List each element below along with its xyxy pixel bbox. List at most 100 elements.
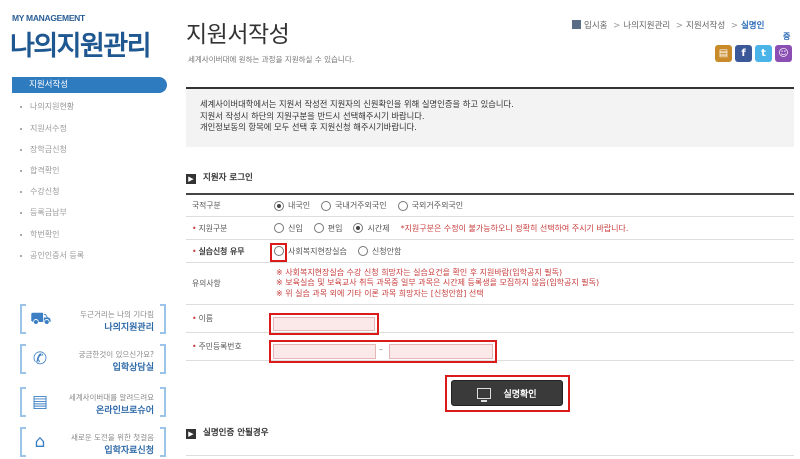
- nationality-label: 국적구분: [192, 201, 221, 210]
- nationality-row: 국적구분 내국인 국내거주외국인 국외거주외국인: [186, 195, 794, 217]
- sidebar-item-certificate[interactable]: 공인인증서 등록: [20, 250, 84, 261]
- bullet-icon: [20, 169, 22, 172]
- resident-no-second-input[interactable]: [389, 344, 493, 359]
- radio-icon: [353, 223, 364, 233]
- sidebar-item-scholarship[interactable]: 장학금신청: [20, 144, 67, 155]
- notes-content: ※ 사회복지현장실습 수강 신청 희망자는 실습요건을 확인 후 지원바람(입학…: [274, 263, 794, 304]
- sidebar-item-label: 등록금납부: [30, 208, 67, 217]
- apply-type-row: • 지원구분 신입 편입 시간제 *지원구분은 수정이 불가능하오니 정확히 선택…: [186, 217, 794, 240]
- brochure-icon: ▤: [31, 392, 49, 412]
- login-section-title: ▶ 지원자 로그인: [186, 171, 253, 184]
- breadcrumb-level2[interactable]: 지원서작성: [686, 21, 725, 31]
- bracket-left: [20, 387, 26, 417]
- nationality-radio-resident-foreigner[interactable]: 국내거주외국인: [321, 200, 387, 211]
- practice-options: 사회복지현장실습 신청안함: [274, 240, 794, 262]
- quicklink-title: 온라인브로슈어: [96, 406, 154, 416]
- breadcrumb-separator: >: [613, 21, 621, 31]
- bullet-icon: [20, 127, 22, 130]
- notice-box: 세계사이버대학에서는 지원서 작성전 지원자의 신원확인을 위해 실명인증을 하…: [186, 87, 794, 147]
- radio-icon: [274, 223, 284, 233]
- quicklink-caption: 궁금한것이 있으신가요?: [78, 350, 154, 359]
- print-icon[interactable]: ▤: [715, 45, 732, 62]
- section-title-text: 실명인증 안될경우: [203, 428, 269, 438]
- radio-icon: [321, 200, 332, 211]
- sidebar-item-label: 장학금신청: [30, 145, 67, 154]
- sidebar-item-label: 나의지원현황: [30, 102, 75, 111]
- notice-line: 지원서 작성시 하단의 지원구분을 반드시 선택해주시기 바랍니다.: [200, 110, 425, 121]
- bullet-icon: [20, 190, 22, 193]
- practice-radio-none[interactable]: 신청안함: [357, 246, 401, 257]
- apply-type-options: 신입 편입 시간제 *지원구분은 수정이 불가능하오니 정확히 선택하여 주시기…: [274, 217, 794, 239]
- shirt-icon: ⌂: [34, 432, 46, 452]
- me2day-icon[interactable]: ☺: [775, 45, 792, 62]
- bracket-left: [20, 427, 26, 457]
- bracket-left: [20, 344, 26, 374]
- resident-no-first-input[interactable]: [273, 344, 376, 359]
- nationality-radio-overseas-foreigner[interactable]: 국외거주외국인: [397, 200, 463, 211]
- bracket-right: [160, 387, 166, 417]
- breadcrumb-level1[interactable]: 나의지원관리: [623, 21, 670, 31]
- twitter-icon[interactable]: t: [755, 45, 772, 62]
- bracket-left: [20, 304, 26, 334]
- practice-label: • 실습신청 유무: [192, 246, 245, 256]
- home-icon: [572, 20, 581, 29]
- notes-line: ※ 사회복지현장실습 수강 신청 희망자는 실습요건을 확인 후 지원바람(입학…: [276, 267, 563, 277]
- bullet-icon: [20, 254, 22, 257]
- sidebar-item-status[interactable]: 나의지원현황: [20, 101, 74, 112]
- apply-type-radio-parttime[interactable]: 시간제: [353, 223, 390, 234]
- sidebar-item-edit[interactable]: 지원서수정: [20, 123, 67, 134]
- apply-type-radio-new[interactable]: 신입: [274, 223, 303, 234]
- apply-type-radio-transfer[interactable]: 편입: [313, 223, 342, 234]
- name-input[interactable]: [273, 317, 375, 331]
- sidebar-item-admission[interactable]: 합격확인: [20, 165, 59, 176]
- radio-icon: [274, 200, 284, 211]
- monitor-icon: [477, 387, 492, 402]
- apply-type-label: • 지원구분: [192, 223, 228, 233]
- breadcrumb-current: 실명인: [740, 21, 765, 31]
- sidebar-item-course[interactable]: 수강신청: [20, 186, 59, 197]
- breadcrumb-separator: >: [675, 21, 684, 31]
- bullet-icon: [20, 233, 22, 236]
- quicklink-caption: 세계사이버대를 알려드려요: [68, 393, 154, 402]
- notice-line: 개인정보동의 항목에 모두 선택 후 지원신청 해주시기바랍니다.: [200, 122, 417, 132]
- share-bar: ▤ f t ☺: [715, 45, 795, 62]
- sidebar-item-label: 학번확인: [30, 230, 60, 239]
- quicklink-caption: 두근거리는 나의 기다림: [80, 310, 154, 319]
- apply-type-note: *지원구분은 수정이 불가능하오니 정확히 선택하여 주시기 바랍니다.: [400, 223, 629, 233]
- confirm-button[interactable]: 실명확인: [451, 380, 563, 406]
- login-form: 국적구분 내국인 국내거주외국인 국외거주외국인 • 지원구분 신입 편입 시간제…: [186, 193, 794, 361]
- sidebar-item-tuition[interactable]: 등록금납부: [20, 207, 67, 218]
- bullet-icon: [20, 148, 22, 151]
- quicklink-consult[interactable]: ✆ 궁금한것이 있으신가요? 입학상담실: [20, 344, 166, 376]
- breadcrumb: 입시홈 > 나의지원관리 > 지원서작성 > 실명인: [572, 19, 764, 31]
- breadcrumb-current-tail: 증: [783, 32, 791, 41]
- quicklink-request-material[interactable]: ⌂ 새로운 도전을 위한 첫걸음 입학자료신청: [20, 427, 166, 459]
- resident-no-label: • 주민등록번호: [192, 342, 242, 351]
- quicklink-title: 입학자료신청: [104, 446, 154, 456]
- brand-title[interactable]: 나의지원관리: [10, 24, 152, 63]
- radio-icon: [313, 223, 324, 233]
- sidebar-item-active[interactable]: 지원서작성: [12, 77, 167, 93]
- nationality-radio-domestic[interactable]: 내국인: [274, 200, 310, 211]
- resident-no-separator: –: [379, 345, 383, 354]
- quicklink-brochure[interactable]: ▤ 세계사이버대를 알려드려요 온라인브로슈어: [20, 387, 166, 419]
- page-title: 지원서작성: [186, 22, 290, 48]
- name-label: • 이름: [192, 314, 213, 323]
- sidebar-item-label: 지원서수정: [30, 124, 67, 133]
- notice-line: 세계사이버대학에서는 지원서 작성전 지원자의 신원확인을 위해 실명인증을 하…: [200, 99, 514, 109]
- notes-line: ※ 보육실습 및 보육교사 취득 과목중 일부 과목은 시간제 등록생을 모집하…: [276, 278, 600, 288]
- facebook-icon[interactable]: f: [735, 45, 752, 62]
- bullet-icon: [20, 211, 22, 214]
- practice-radio-highlight: [270, 243, 287, 262]
- sidebar-item-student-id[interactable]: 학번확인: [20, 229, 59, 240]
- confirm-button-label: 실명확인: [503, 389, 537, 400]
- divider: [186, 455, 794, 456]
- page-subtitle: 세계사이버대에 원하는 과정을 지원하실 수 있습니다.: [188, 55, 355, 64]
- breadcrumb-separator: >: [730, 21, 738, 31]
- phone-icon: ✆: [32, 349, 48, 369]
- person-desk-icon: ⛟: [30, 309, 52, 329]
- quicklink-title: 나의지원관리: [104, 323, 154, 333]
- sidebar-item-label: 합격확인: [30, 166, 60, 175]
- quicklink-my-application[interactable]: ⛟ 두근거리는 나의 기다림 나의지원관리: [20, 304, 166, 336]
- breadcrumb-home[interactable]: 입시홈: [584, 21, 607, 31]
